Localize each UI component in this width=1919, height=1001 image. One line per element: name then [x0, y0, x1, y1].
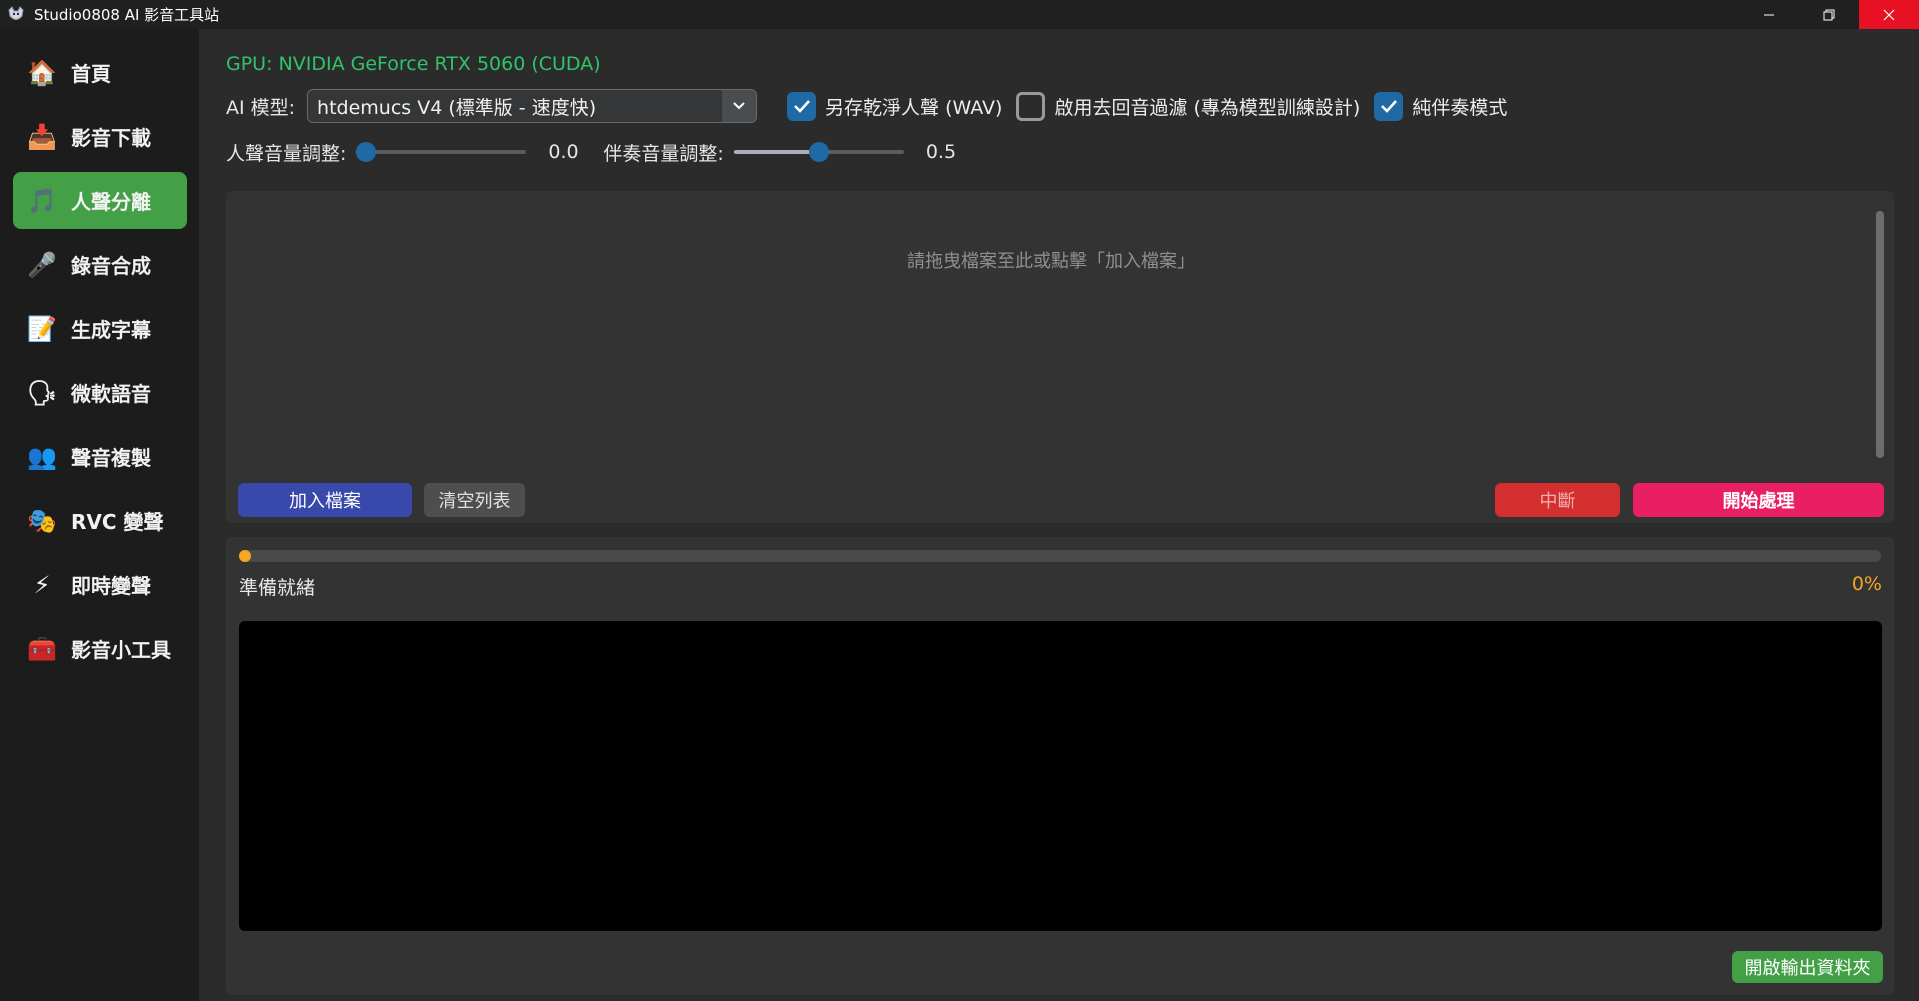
- gpu-info: GPU: NVIDIA GeForce RTX 5060 (CUDA): [226, 53, 601, 75]
- chevron-down-icon[interactable]: [722, 90, 757, 122]
- drop-hint: 請拖曳檔案至此或點擊「加入檔案」: [907, 251, 1195, 272]
- microphone-icon: 🎤: [27, 250, 57, 279]
- clear-list-button[interactable]: 清空列表: [424, 483, 525, 517]
- progress-bar: [239, 550, 1881, 562]
- vocal-volume-slider[interactable]: [356, 137, 527, 167]
- sidebar-item-label: 微軟語音: [71, 382, 151, 406]
- model-select[interactable]: htdemucs V4 (標準版 - 速度快): [307, 89, 758, 123]
- vocal-volume-label: 人聲音量調整:: [226, 142, 347, 165]
- accomp-volume-label: 伴奏音量調整:: [603, 142, 724, 165]
- sidebar-item-recording[interactable]: 🎤 錄音合成: [13, 236, 187, 293]
- status-text: 準備就緒: [239, 577, 316, 599]
- memo-icon: 📝: [27, 314, 57, 343]
- progress-panel: 準備就緒 0% 開啟輸出資料夾: [226, 537, 1894, 995]
- lightning-icon: ⚡: [33, 570, 51, 599]
- vocal-volume-value: 0.0: [548, 141, 579, 163]
- stop-button[interactable]: 中斷: [1495, 483, 1620, 517]
- sidebar-item-tools[interactable]: 🧰 影音小工具: [13, 620, 187, 677]
- sidebar-item-label: 人聲分離: [71, 190, 151, 214]
- save-clean-vocal-label: 另存乾淨人聲 (WAV): [825, 96, 1003, 119]
- slider-handle[interactable]: [356, 142, 377, 162]
- start-button[interactable]: 開始處理: [1633, 483, 1884, 517]
- checkbox-empty-icon[interactable]: [1016, 91, 1046, 121]
- people-icon: 👥: [27, 442, 57, 471]
- window-title: Studio0808 AI 影音工具站: [34, 6, 220, 24]
- download-icon: 📥: [27, 122, 57, 151]
- options-row: AI 模型: htdemucs V4 (標準版 - 速度快) 另存乾淨人聲 (W…: [226, 89, 1507, 123]
- close-button[interactable]: [1859, 0, 1919, 29]
- instrumental-mode-checkbox[interactable]: 純伴奏模式: [1374, 91, 1508, 121]
- model-label: AI 模型:: [226, 96, 296, 119]
- slider-handle[interactable]: [808, 142, 829, 162]
- file-list-scrollbar[interactable]: [1876, 211, 1884, 458]
- instrumental-mode-label: 純伴奏模式: [1412, 96, 1508, 119]
- log-console[interactable]: [239, 621, 1882, 931]
- masks-icon: 🎭: [27, 506, 57, 535]
- sidebar-item-label: 影音下載: [71, 126, 151, 150]
- sidebar-item-home[interactable]: 🏠 首頁: [13, 44, 187, 101]
- restore-icon: [1823, 9, 1835, 20]
- toolbox-icon: 🧰: [27, 634, 57, 663]
- app-logo-icon: [6, 5, 26, 25]
- dereverb-label: 啟用去回音過濾 (專為模型訓練設計): [1054, 96, 1361, 119]
- main-panel: GPU: NVIDIA GeForce RTX 5060 (CUDA) AI 模…: [199, 29, 1919, 1001]
- sidebar-item-label: 即時變聲: [71, 574, 151, 598]
- sidebar-item-rvc[interactable]: 🎭 RVC 變聲: [13, 492, 187, 549]
- sidebar-item-label: 聲音複製: [71, 446, 151, 470]
- model-select-value: htdemucs V4 (標準版 - 速度快): [317, 96, 597, 119]
- sidebar-item-label: 首頁: [71, 62, 111, 86]
- sidebar-item-microsoft-tts[interactable]: 🗣 微軟語音: [13, 364, 187, 421]
- sidebar-item-vocal-separation[interactable]: 🎵 人聲分離: [13, 172, 187, 229]
- file-drop-area[interactable]: 請拖曳檔案至此或點擊「加入檔案」 加入檔案 清空列表 中斷 開始處理: [226, 191, 1894, 523]
- volume-row: 人聲音量調整: 0.0 伴奏音量調整: 0.5: [226, 137, 976, 167]
- minimize-icon: [1764, 14, 1774, 15]
- sidebar-item-voice-clone[interactable]: 👥 聲音複製: [13, 428, 187, 485]
- add-file-button[interactable]: 加入檔案: [238, 483, 412, 517]
- progress-bar-fill: [239, 550, 251, 562]
- accomp-volume-slider[interactable]: [733, 137, 904, 167]
- dereverb-checkbox[interactable]: 啟用去回音過濾 (專為模型訓練設計): [1016, 91, 1361, 121]
- sidebar-item-download[interactable]: 📥 影音下載: [13, 108, 187, 165]
- accomp-volume-value: 0.5: [925, 141, 957, 163]
- sidebar-item-label: 生成字幕: [71, 318, 151, 342]
- checkmark-icon[interactable]: [1374, 91, 1404, 121]
- home-icon: 🏠: [27, 58, 57, 87]
- music-note-icon: 🎵: [27, 186, 57, 215]
- sidebar-item-subtitles[interactable]: 📝 生成字幕: [13, 300, 187, 357]
- minimize-button[interactable]: [1739, 0, 1799, 29]
- progress-percent: 0%: [1851, 573, 1882, 595]
- sidebar-item-realtime-voice[interactable]: ⚡ 即時變聲: [13, 556, 187, 613]
- sidebar-item-label: 影音小工具: [71, 638, 171, 662]
- checkmark-icon[interactable]: [787, 91, 817, 121]
- sidebar-item-label: RVC 變聲: [71, 510, 164, 534]
- save-clean-vocal-checkbox[interactable]: 另存乾淨人聲 (WAV): [787, 91, 1003, 121]
- restore-button[interactable]: [1799, 0, 1859, 29]
- sidebar-item-label: 錄音合成: [71, 254, 151, 278]
- speaking-head-icon: 🗣: [26, 378, 58, 407]
- sidebar: 🏠 首頁 📥 影音下載 🎵 人聲分離 🎤 錄音合成 📝 生成字幕 🗣 微軟語音 …: [0, 29, 199, 1001]
- title-bar: Studio0808 AI 影音工具站: [0, 0, 1919, 29]
- open-output-folder-button[interactable]: 開啟輸出資料夾: [1732, 951, 1883, 983]
- close-icon: [1883, 9, 1895, 20]
